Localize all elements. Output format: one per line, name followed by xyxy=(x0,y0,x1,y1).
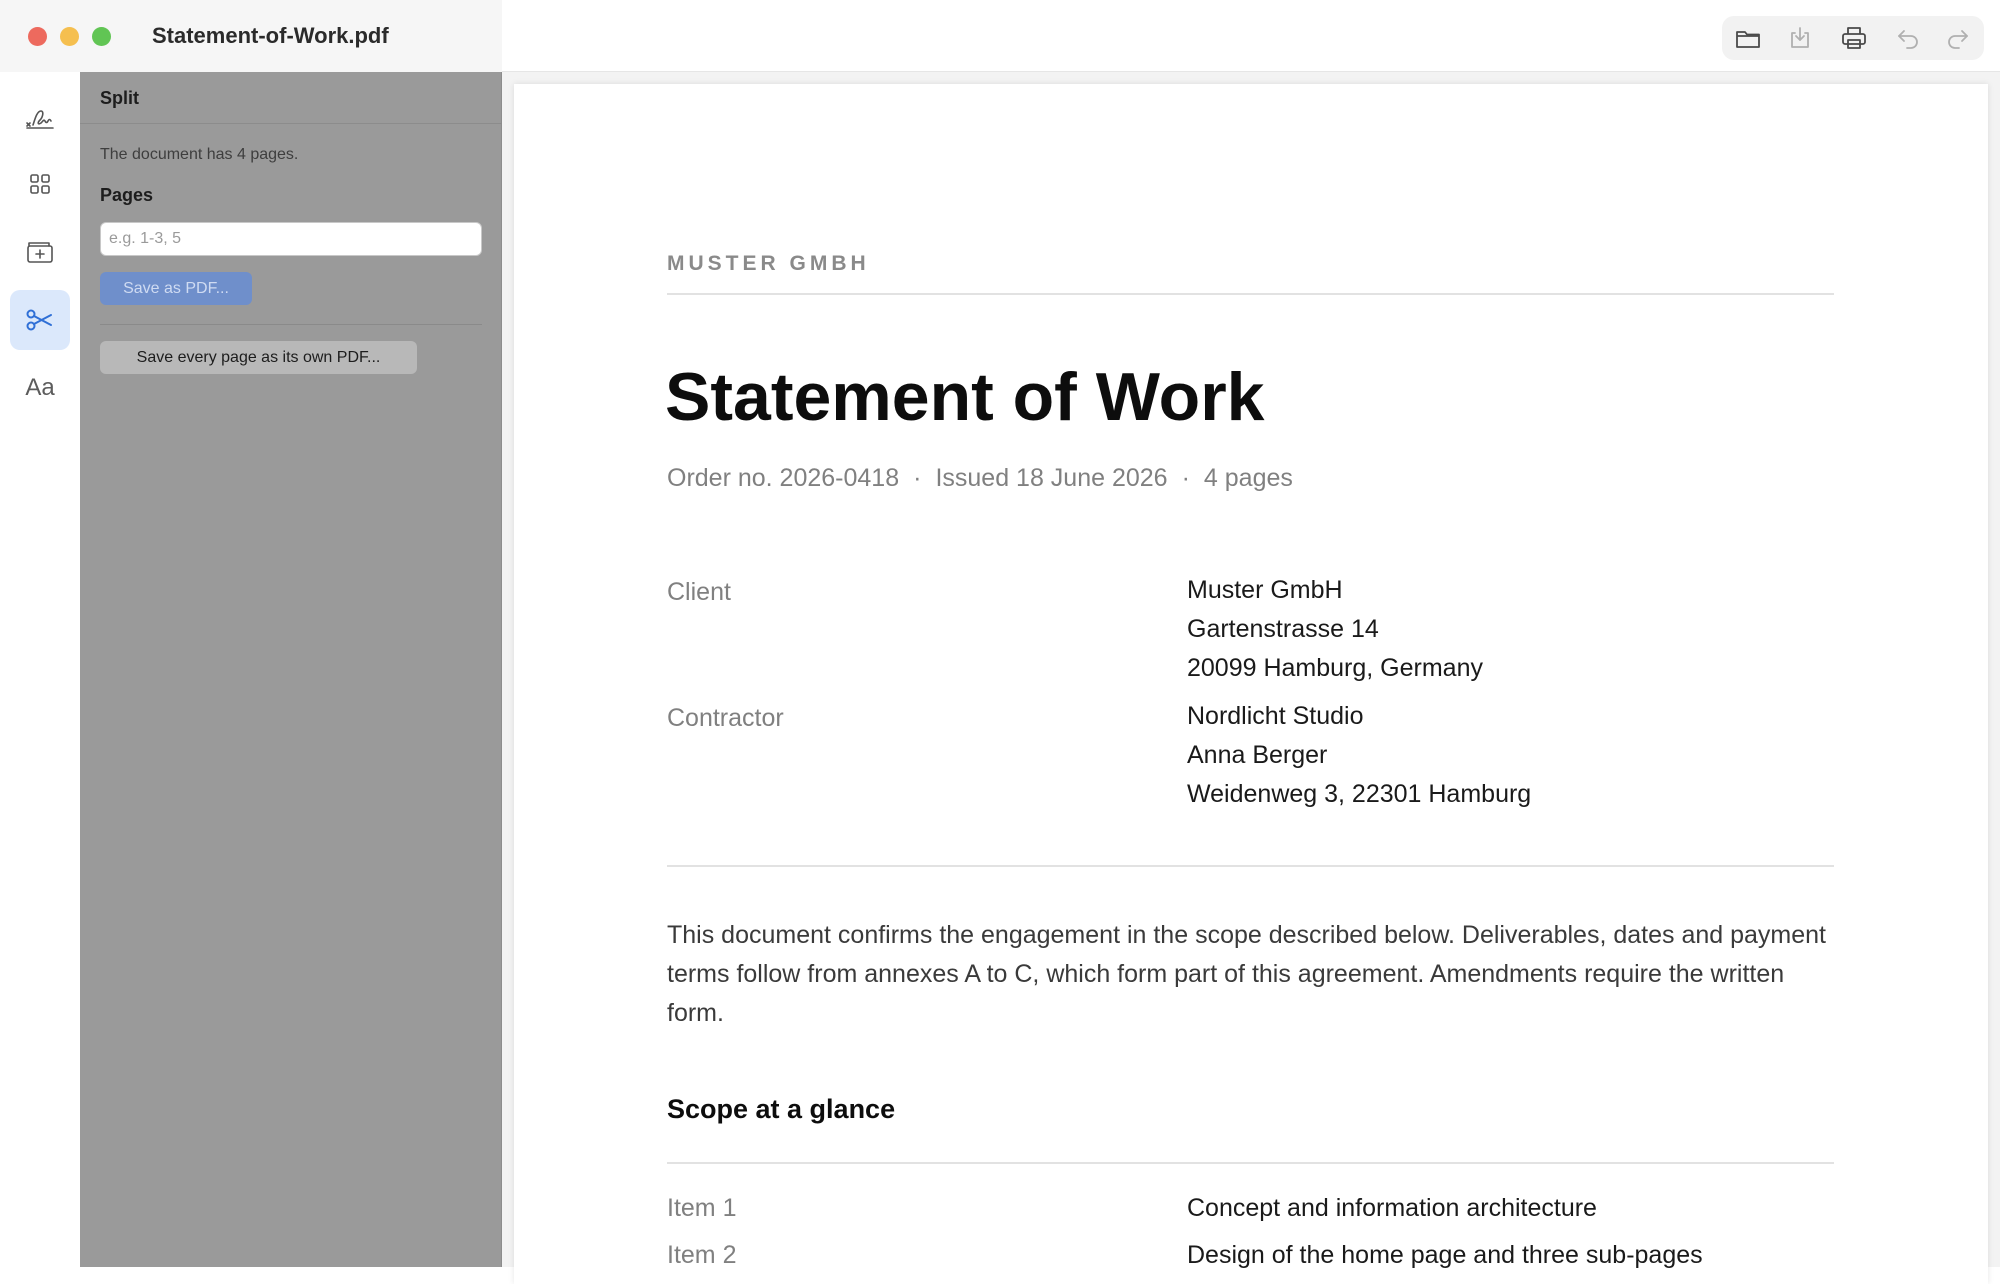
client-line: 20099 Hamburg, Germany xyxy=(1187,654,1483,682)
document-canvas[interactable]: MUSTER GMBH Statement of Work Order no. … xyxy=(502,72,2000,1284)
signature-icon xyxy=(26,110,54,129)
redo-icon xyxy=(1948,30,1968,49)
window-title: Statement-of-Work.pdf xyxy=(152,23,389,48)
print-button[interactable] xyxy=(1836,22,1872,54)
split-panel: Split The document has 4 pages. Pages Sa… xyxy=(80,72,502,1267)
panel-divider xyxy=(100,324,482,325)
document-title: Statement of Work xyxy=(665,359,1265,435)
rail-item-thumbnails[interactable] xyxy=(10,154,70,214)
scope-item-value: Design of the home page and three sub-pa… xyxy=(1187,1241,1703,1269)
contractor-line: Nordlicht Studio xyxy=(1187,702,1364,730)
client-label: Client xyxy=(667,578,731,606)
contractor-label: Contractor xyxy=(667,704,784,732)
meta-separator: · xyxy=(913,464,922,492)
client-address: Muster GmbH Gartenstrasse 14 20099 Hambu… xyxy=(1187,571,1483,688)
page-count-info: The document has 4 pages. xyxy=(100,146,299,163)
zoom-window-button[interactable] xyxy=(92,27,111,46)
close-window-button[interactable] xyxy=(28,27,47,46)
scope-heading: Scope at a glance xyxy=(667,1094,896,1124)
undo-button[interactable] xyxy=(1890,22,1926,54)
download-icon xyxy=(1791,27,1809,48)
issue-date: Issued 18 June 2026 xyxy=(935,464,1168,492)
header-rule xyxy=(667,293,1834,295)
pages-label: Pages xyxy=(100,185,154,205)
open-button[interactable] xyxy=(1730,22,1766,54)
print-icon xyxy=(1842,27,1866,49)
section-rule xyxy=(667,865,1834,867)
toolbar xyxy=(1722,16,1984,60)
scope-item-value: Concept and information architecture xyxy=(1187,1194,1597,1222)
panel-title: Split xyxy=(100,88,139,108)
folder-icon xyxy=(1736,31,1760,48)
page-count: 4 pages xyxy=(1203,464,1293,492)
scope-item-label: Item 2 xyxy=(667,1241,737,1269)
add-page-icon xyxy=(27,242,53,263)
pages-range-input[interactable] xyxy=(100,222,482,256)
panel-header: Split xyxy=(80,72,502,124)
save-every-page-button[interactable]: Save every page as its own PDF... xyxy=(100,341,417,374)
intro-paragraph: This document confirms the engagement in… xyxy=(667,921,1826,1027)
rail-item-split[interactable] xyxy=(10,290,70,350)
undo-icon xyxy=(1898,30,1918,49)
tool-rail: Aa xyxy=(0,72,80,1267)
company-name: MUSTER GMBH xyxy=(667,252,870,275)
contractor-address: Nordlicht Studio Anna Berger Weidenweg 3… xyxy=(1187,697,1531,814)
rail-item-text[interactable]: Aa xyxy=(10,358,70,418)
minimize-window-button[interactable] xyxy=(60,27,79,46)
save-as-pdf-button[interactable]: Save as PDF... xyxy=(100,272,252,305)
scope-item-label: Item 1 xyxy=(667,1194,737,1222)
scope-rule xyxy=(667,1162,1834,1164)
contractor-line: Anna Berger xyxy=(1187,741,1328,769)
scissors-icon xyxy=(26,309,52,331)
text-format-icon: Aa xyxy=(25,374,55,401)
export-button[interactable] xyxy=(1782,22,1818,54)
document-page: MUSTER GMBH Statement of Work Order no. … xyxy=(514,84,1988,1284)
meta-separator: · xyxy=(1181,464,1190,492)
title-bar: Statement-of-Work.pdf xyxy=(0,0,2000,72)
redo-button[interactable] xyxy=(1940,22,1976,54)
grid-icon xyxy=(30,174,50,194)
client-line: Muster GmbH xyxy=(1187,576,1343,604)
contractor-line: Weidenweg 3, 22301 Hamburg xyxy=(1187,780,1532,808)
rail-item-insert[interactable] xyxy=(10,222,70,282)
document-meta: Order no. 2026-0418 · Issued 18 June 2026 ·… xyxy=(667,464,1293,493)
order-number: Order no. 2026-0418 xyxy=(667,464,900,492)
rail-item-sign[interactable] xyxy=(10,86,70,146)
client-line: Gartenstrasse 14 xyxy=(1187,615,1379,643)
